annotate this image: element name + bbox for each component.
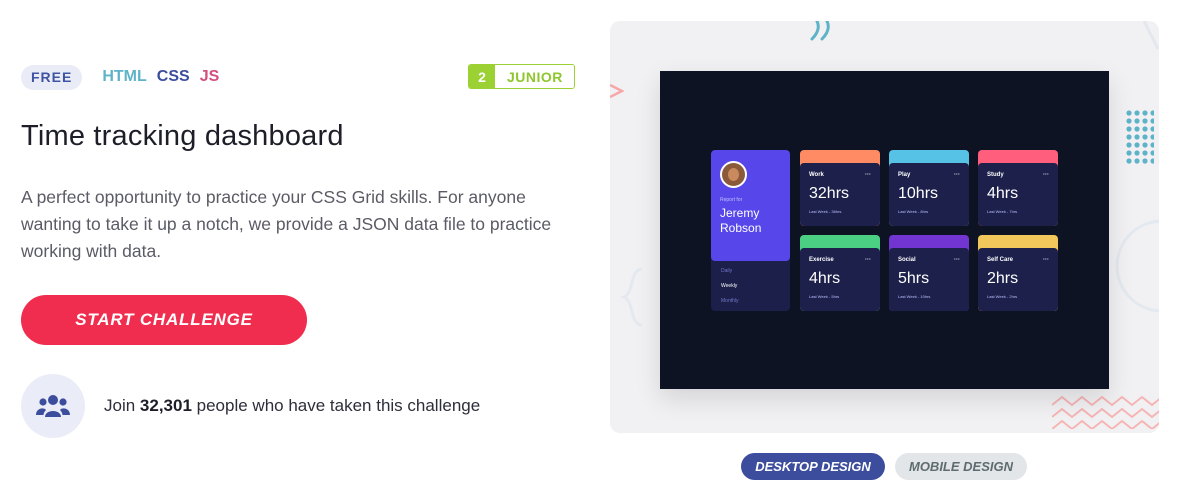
design-preview: Report for Jeremy Robson Daily Weekly Mo… [610, 21, 1159, 433]
ellipsis-icon: ··· [954, 172, 960, 178]
quote-decoration [810, 21, 830, 41]
profile-card: Report for Jeremy Robson Daily Weekly Mo… [711, 150, 790, 311]
ellipsis-icon: ··· [1043, 257, 1049, 263]
ellipsis-icon: ··· [865, 172, 871, 178]
avatar [720, 161, 747, 188]
people-icon [21, 374, 85, 438]
period-daily: Daily [721, 268, 733, 274]
challenge-description: A perfect opportunity to practice your C… [21, 187, 552, 261]
challenge-title: Time tracking dashboard [21, 120, 344, 152]
dashboard-screenshot: Report for Jeremy Robson Daily Weekly Mo… [660, 71, 1109, 389]
tag-row: FREE HTML CSS JS [21, 64, 219, 90]
activity-card-study: Study ··· 4hrs Last Week - 7hrs [978, 150, 1058, 226]
slash-decoration [1142, 21, 1159, 50]
level-name: JUNIOR [495, 65, 574, 88]
period-weekly: Weekly [721, 283, 738, 289]
level-number: 2 [469, 65, 495, 88]
activity-card-work: Work ··· 32hrs Last Week - 36hrs [800, 150, 880, 226]
join-text: Join 32,301 people who have taken this c… [104, 396, 481, 415]
ellipsis-icon: ··· [954, 257, 960, 263]
activity-card-play: Play ··· 10hrs Last Week - 8hrs [889, 150, 969, 226]
period-list: Daily Weekly Monthly [711, 261, 790, 311]
profile-name: Jeremy Robson [720, 206, 762, 235]
period-monthly: Monthly [721, 298, 739, 304]
brace-decoration [620, 267, 643, 327]
ellipsis-icon: ··· [865, 257, 871, 263]
chevron-decoration [610, 83, 624, 99]
circle-decoration [1115, 219, 1159, 313]
html-tag: HTML [102, 68, 147, 85]
report-for-label: Report for [720, 197, 743, 203]
css-tag: CSS [156, 68, 190, 85]
difficulty-badge: 2 JUNIOR [468, 64, 575, 89]
activity-card-self-care: Self Care ··· 2hrs Last Week - 2hrs [978, 235, 1058, 311]
activity-card-social: Social ··· 5hrs Last Week - 10hrs [889, 235, 969, 311]
free-badge: FREE [21, 64, 83, 90]
zigzag-decoration [1052, 395, 1159, 429]
join-count: 32,301 [139, 396, 192, 415]
join-info: Join 32,301 people who have taken this c… [21, 374, 480, 438]
mobile-design-button[interactable]: MOBILE DESIGN [895, 453, 1027, 480]
desktop-design-button[interactable]: DESKTOP DESIGN [741, 453, 885, 480]
dot-grid-decoration [1126, 110, 1156, 171]
js-tag: JS [199, 68, 220, 85]
ellipsis-icon: ··· [1043, 172, 1049, 178]
activity-card-exercise: Exercise ··· 4hrs Last Week - 5hrs [800, 235, 880, 311]
start-challenge-button[interactable]: START CHALLENGE [21, 295, 307, 345]
